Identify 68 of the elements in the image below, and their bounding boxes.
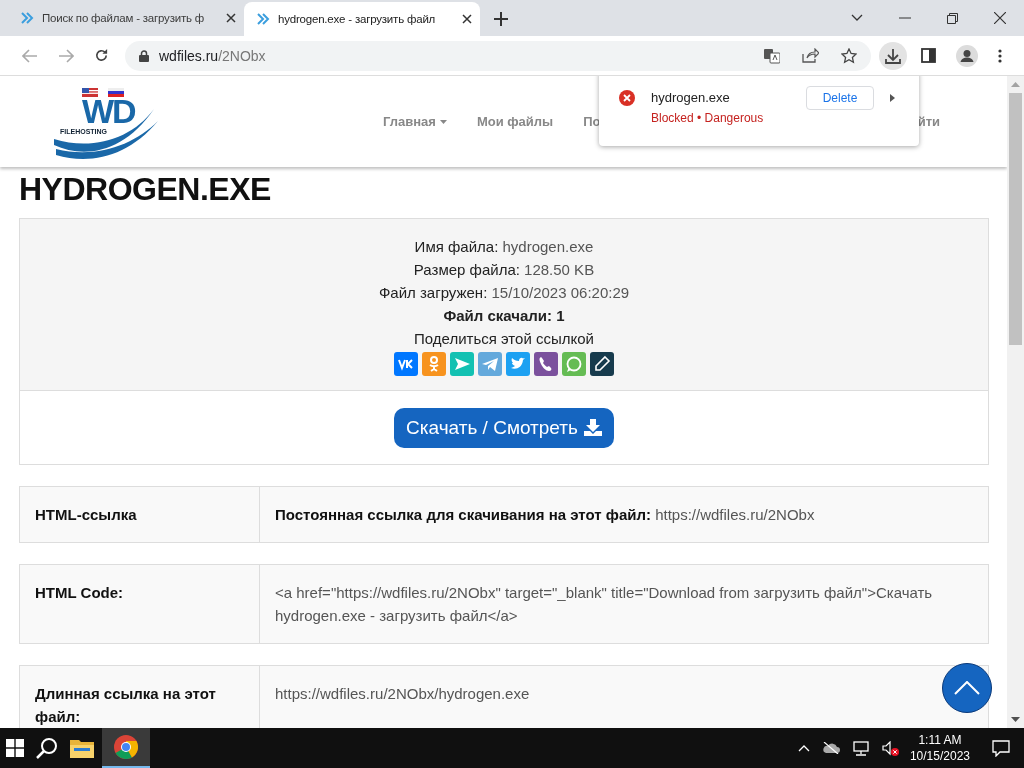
nav-link[interactable]: По — [583, 114, 601, 129]
table-cell: HTML Code: — [20, 565, 260, 643]
chevron-up-icon[interactable] — [797, 744, 810, 752]
speaker-muted-icon[interactable] — [881, 740, 900, 756]
pencil-icon[interactable] — [590, 352, 614, 376]
download-button[interactable]: Скачать / Смотреть — [394, 407, 614, 448]
logo-text[interactable]: WD — [82, 95, 135, 127]
share-icon[interactable] — [802, 48, 819, 63]
bird-icon[interactable] — [506, 352, 530, 376]
scrollbar[interactable] — [1007, 76, 1024, 728]
cell-text: <a href="https://wdfiles.ru/2NObx" target="_blank" title="Download from загрузить файл">Скачать hydrogen.exe - загрузить файл</a> — [275, 584, 933, 624]
file-info: Файл загружен: 15/10/2023 06:20:29 — [378, 283, 630, 303]
nav-link[interactable]: Мои файлы — [476, 114, 554, 129]
download-button[interactable] — [879, 41, 907, 70]
menu-icon[interactable] — [998, 48, 1002, 63]
scrollbar-thumb[interactable] — [1009, 93, 1022, 345]
delete-button[interactable]: Delete — [806, 86, 874, 110]
profile-icon[interactable] — [956, 44, 978, 67]
table-cell: HTML-ссылка — [20, 487, 260, 542]
restore-icon[interactable] — [947, 12, 958, 24]
nav-link[interactable]: йти — [917, 114, 940, 129]
star-icon[interactable] — [841, 47, 857, 64]
chevron-up-icon — [954, 681, 980, 695]
share-label: Поделиться этой ссылкой — [414, 329, 594, 349]
cloud-off-icon[interactable] — [821, 742, 840, 754]
cell-text: https://wdfiles.ru/2NObx/hydrogen.exe — [275, 685, 530, 702]
nav-link[interactable]: Главная — [383, 114, 447, 129]
download-count: Файл скачали: 1 — [443, 306, 565, 326]
chevrons-icon — [20, 11, 34, 25]
translate-icon[interactable] — [764, 47, 780, 64]
paper-plane-icon[interactable] — [478, 352, 502, 376]
download-icon — [583, 419, 602, 436]
down-arrow-icon[interactable] — [1011, 717, 1020, 722]
clock-date[interactable]: 10/15/2023 — [909, 748, 970, 764]
browser-tab[interactable]: Поиск по файлам - загрузить ф — [8, 2, 244, 34]
error-icon — [619, 90, 635, 106]
caret-icon — [439, 119, 447, 124]
lock-icon — [139, 49, 149, 62]
download-status: Blocked • Dangerous — [651, 111, 765, 125]
browser-tab[interactable]: hydrogen.exe - загрузить файл — [244, 2, 480, 36]
file-name: hydrogen.exe — [651, 90, 731, 105]
page-title: HYDROGEN.EXE — [19, 171, 272, 208]
notification-icon[interactable] — [992, 739, 1010, 757]
taskbar-app[interactable] — [102, 728, 150, 768]
search-icon[interactable] — [36, 737, 58, 759]
file-info: Имя файла: hydrogen.exe — [414, 237, 594, 257]
flag-icon[interactable] — [108, 88, 124, 97]
triangle-right-icon[interactable] — [890, 94, 895, 102]
download-icon — [885, 47, 901, 64]
windows-icon[interactable] — [6, 739, 24, 757]
close-icon[interactable] — [462, 14, 472, 24]
clock-time[interactable]: 1:11 AM — [918, 732, 962, 748]
side-panel-icon[interactable] — [921, 48, 936, 63]
address-bar[interactable]: wdfiles.ru/2NObx — [125, 40, 871, 71]
plus-icon[interactable] — [494, 12, 508, 26]
letters-icon[interactable] — [394, 352, 418, 376]
flag-icon[interactable] — [82, 88, 98, 97]
folder-icon[interactable] — [70, 738, 94, 758]
chevron-down-icon[interactable] — [851, 14, 863, 22]
file-info: Размер файла: 128.50 KB — [413, 260, 595, 280]
close-icon[interactable] — [226, 13, 236, 23]
chevrons-icon — [256, 12, 270, 26]
reload-icon[interactable] — [94, 48, 109, 63]
cell-text: Постоянная ссылка для скачивания на этот файл: https://wdfiles.ru/2NObx — [275, 506, 815, 523]
network-icon[interactable] — [851, 740, 870, 756]
close-icon[interactable] — [994, 12, 1006, 24]
circle-logo-icon — [114, 735, 138, 759]
phone-icon[interactable] — [534, 352, 558, 376]
